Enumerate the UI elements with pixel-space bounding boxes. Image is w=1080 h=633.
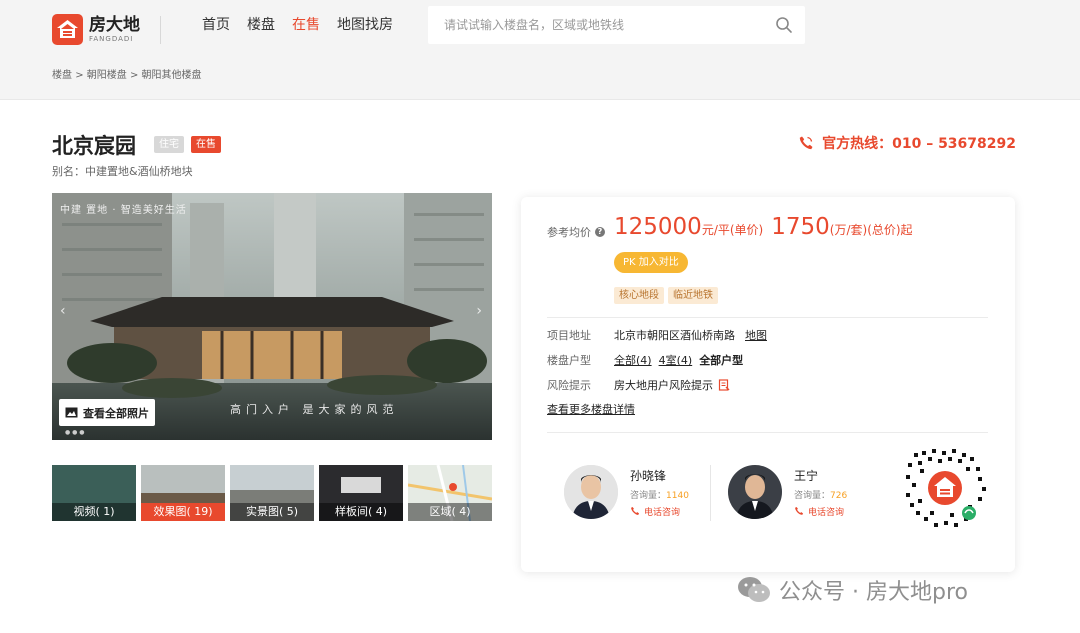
brand-logo[interactable]: 房大地 FANGDADI [52,14,140,45]
gallery-thumbnails: 视频( 1) 效果图( 19) 实景图( 5) 样板间( 4) 区域( 4) [52,465,492,521]
photo-icon [65,407,78,418]
watermark-text: 公众号 · 房大地pro [779,580,968,605]
wechat-watermark: 公众号 · 房大地pro [737,574,968,606]
thumb-video[interactable]: 视频( 1) [52,465,136,521]
phone-consult-button[interactable]: 电话咨询 [630,505,689,518]
main-gallery-image[interactable]: 中建 置地 · 智造美好生活 ‹ › 高门入户 是大家的风范 查看全部照片 ● … [52,193,492,440]
nav-on-sale[interactable]: 在售 [292,16,320,34]
project-alias: 别名：中建置地&酒仙桥地块 [52,165,193,178]
risk-row: 风险提示 房大地用户风险提示 [547,377,730,393]
layout-all-types[interactable]: 全部户型 [699,352,743,368]
risk-value[interactable]: 房大地用户风险提示 [614,377,713,393]
agent-consult-count: 咨询量：1140 [630,490,689,501]
breadcrumb-item[interactable]: 朝阳楼盘 [87,70,127,81]
divider [547,432,988,433]
layout-label: 楼盘户型 [547,354,591,367]
thumb-sample-rooms[interactable]: 样板间( 4) [319,465,403,521]
price-row: 125000 元/平(单价) 1750 (万/套)(总价)起 [614,214,921,240]
search-box [428,6,805,44]
agent-card[interactable]: 孙晓锋 咨询量：1140 电话咨询 [564,465,689,519]
nav-home[interactable]: 首页 [202,16,230,34]
brand-name-en: FANGDADI [89,34,134,43]
image-brand-watermark: 中建 置地 · 智造美好生活 [60,205,187,216]
feature-tag: 核心地段 [614,287,664,304]
agent-card[interactable]: 王宁 咨询量：726 电话咨询 [728,465,847,519]
layout-4room-link[interactable]: 4室(4) [659,352,693,368]
feature-tag: 临近地铁 [668,287,718,304]
breadcrumb-item[interactable]: 朝阳其他楼盘 [142,70,202,81]
unit-price: 125000 [614,214,702,240]
sale-status-badge: 在售 [191,136,221,153]
brand-name: 房大地 [89,14,140,35]
phone-icon [795,506,804,515]
add-to-compare-button[interactable]: PK 加入对比 [614,252,688,273]
thumb-real-photos[interactable]: 实景图( 5) [230,465,314,521]
feature-tags: 核心地段 临近地铁 [614,287,718,304]
phone-icon [631,506,640,515]
nav-map-search[interactable]: 地图找房 [337,16,393,34]
agent-name: 王宁 [794,468,819,483]
risk-label: 风险提示 [547,379,591,392]
map-link[interactable]: 地图 [745,327,767,343]
breadcrumb-item[interactable]: 楼盘 [52,70,72,81]
nav-projects[interactable]: 楼盘 [247,16,275,34]
price-label: 参考均价 ? [547,224,605,240]
view-all-photos-button[interactable]: 查看全部照片 [59,399,155,426]
phone-icon [799,136,813,150]
thumb-area-map[interactable]: 区域( 4) [408,465,492,521]
agent-name: 孙晓锋 [630,468,667,483]
address-label: 项目地址 [547,329,591,342]
document-icon[interactable] [718,379,730,391]
agent-consult-count: 咨询量：726 [794,490,848,501]
breadcrumb-separator: > [75,70,84,81]
main-nav: 首页 楼盘 在售 地图找房 [202,16,393,34]
top-header: 房大地 FANGDADI 首页 楼盘 在售 地图找房 楼盘 > 朝阳楼盘 > 朝… [0,0,1080,100]
house-logo-icon [52,14,83,45]
breadcrumb-separator: > [129,70,139,81]
avatar [728,465,782,519]
price-label-text: 参考均价 [547,226,591,239]
project-title: 北京宸园 [52,134,136,158]
search-icon[interactable] [775,16,793,34]
more-details-link[interactable]: 查看更多楼盘详情 [547,401,635,417]
layout-all-link[interactable]: 全部(4) [614,352,652,368]
divider [547,317,988,318]
thumb-label: 视频( 1) [52,503,136,521]
official-hotline[interactable]: 官方热线：010 – 53678292 [798,133,1016,153]
image-slogan: 高门入户 是大家的风范 [230,403,399,416]
header-divider [160,16,161,44]
address-value: 北京市朝阳区酒仙桥南路 [614,329,735,342]
thumb-label: 区域( 4) [408,503,492,521]
property-type-badge: 住宅 [154,136,184,153]
prev-image-arrow-icon[interactable]: ‹ [60,303,66,319]
total-price-suffix: (万/套)(总价)起 [829,223,913,237]
unit-price-suffix: 元/平(单价) [701,223,764,237]
carousel-dots: ● ● ● [65,429,85,436]
wechat-icon [738,577,770,602]
thumb-label: 效果图( 19) [141,503,225,521]
next-image-arrow-icon[interactable]: › [476,303,482,319]
layout-row: 楼盘户型 全部(4) 4室(4) 全部户型 [547,352,743,368]
search-input[interactable] [444,15,764,35]
project-info-card: 参考均价 ? 125000 元/平(单价) 1750 (万/套)(总价)起 PK… [521,197,1015,572]
help-icon[interactable]: ? [595,227,605,237]
thumb-label: 样板间( 4) [319,503,403,521]
total-price: 1750 [771,214,830,240]
thumb-renderings[interactable]: 效果图( 19) [141,465,225,521]
address-row: 项目地址 北京市朝阳区酒仙桥南路 地图 [547,327,767,343]
view-all-photos-label: 查看全部照片 [83,406,149,420]
hotline-text: 官方热线：010 – 53678292 [822,136,1016,152]
thumb-label: 实景图( 5) [230,503,314,521]
phone-consult-button[interactable]: 电话咨询 [794,505,847,518]
qr-code-icon[interactable] [904,447,986,529]
avatar [564,465,618,519]
breadcrumb: 楼盘 > 朝阳楼盘 > 朝阳其他楼盘 [52,66,202,81]
agent-divider [710,465,711,521]
